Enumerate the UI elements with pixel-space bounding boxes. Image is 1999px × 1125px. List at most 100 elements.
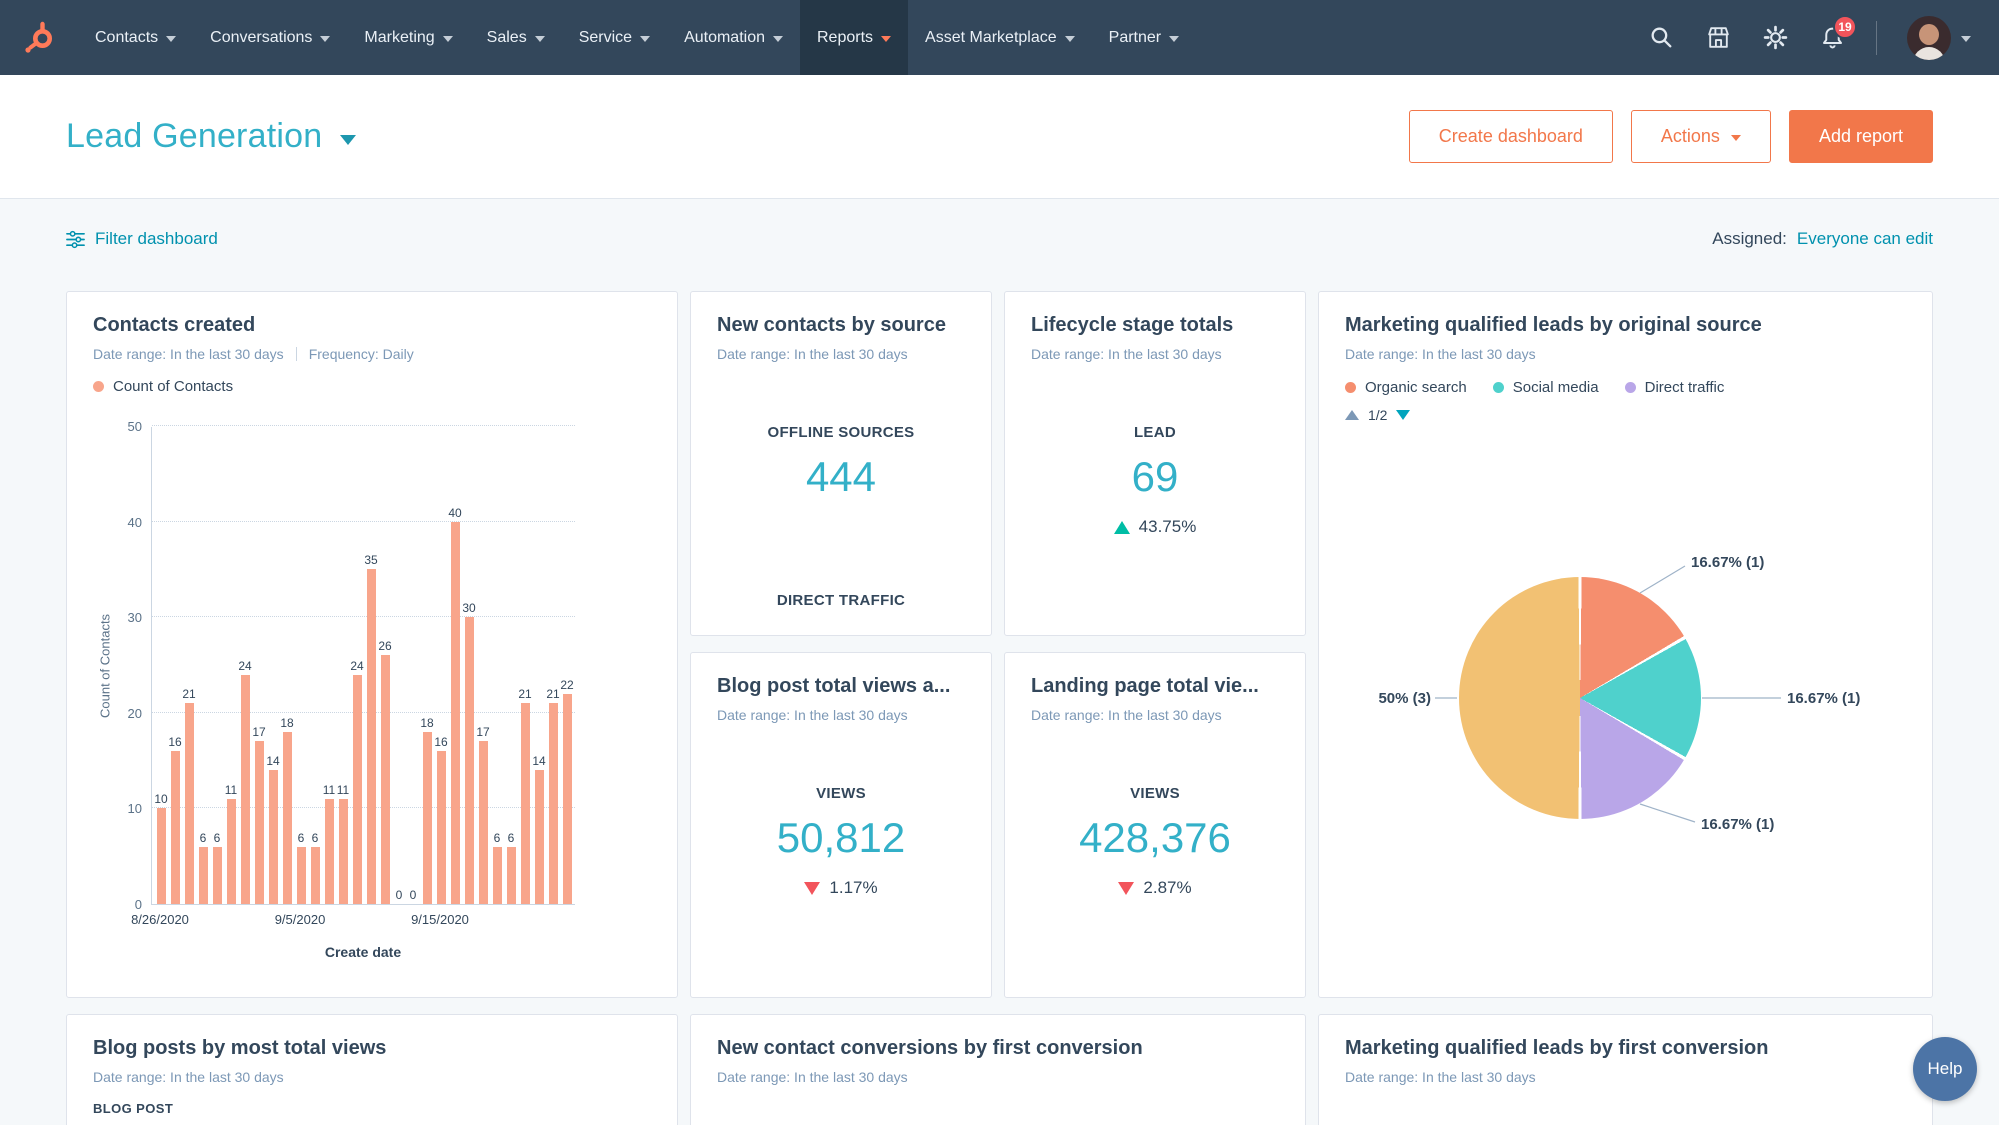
card-contacts-created: Contacts created Date range: In the last… [66,291,678,998]
bar[interactable] [310,847,320,904]
dashboard-selector[interactable]: Lead Generation [66,117,357,156]
assigned-permission-link[interactable]: Everyone can edit [1797,229,1933,249]
marketplace-button[interactable] [1705,24,1732,51]
bar[interactable] [436,751,446,904]
bar[interactable] [240,675,250,904]
chevron-down-icon [166,35,177,42]
x-axis-title: Create date [324,944,402,960]
bar[interactable] [156,808,166,904]
bar-value-label: 30 [462,601,476,615]
bar[interactable] [282,732,292,904]
bar-value-label: 6 [213,831,221,845]
bar[interactable] [366,569,376,904]
search-icon [1651,27,1672,48]
bar-slot: 21 [518,688,532,904]
account-menu[interactable] [1907,15,1971,60]
help-button[interactable]: Help [1913,1037,1977,1101]
create-dashboard-button[interactable]: Create dashboard [1408,110,1613,163]
nav-item-service[interactable]: Service [562,0,667,75]
bar[interactable] [212,847,222,904]
nav-item-label: Reports [817,28,874,46]
bar[interactable] [254,741,264,904]
bar-slot: 0 [406,889,420,904]
bar-value-label: 17 [252,725,266,739]
y-tick-label: 0 [134,897,142,912]
card-meta: Date range: In the last 30 days [1345,346,1906,362]
dashboard-toolbar: Filter dashboard Assigned: Everyone can … [0,199,1999,271]
bar-slot: 18 [420,717,434,904]
card-title: Contacts created [93,314,256,336]
gridline [152,520,575,522]
card-lifecycle-stage-totals: Lifecycle stage totals Date range: In th… [1004,291,1306,636]
nav-item-partner[interactable]: Partner [1092,0,1196,75]
bar[interactable] [268,770,278,904]
stat-label: VIEWS [816,785,866,802]
bar[interactable] [562,694,572,904]
filter-dashboard-link[interactable]: Filter dashboard [66,229,218,249]
bar-slot: 6 [294,832,308,904]
gear-icon [1763,25,1788,50]
legend-page-down-icon[interactable] [1396,410,1411,420]
bar-value-label: 18 [420,716,434,730]
date-range: Date range: In the last 30 days [93,1069,284,1085]
actions-label: Actions [1660,126,1720,146]
nav-item-asset-marketplace[interactable]: Asset Marketplace [908,0,1092,75]
bar[interactable] [324,799,334,904]
bar[interactable] [422,732,432,904]
bar-value-label: 6 [199,831,207,845]
bar[interactable] [520,703,530,904]
bar-slot: 21 [182,688,196,904]
bar-value-label: 11 [322,783,336,797]
decrease-indicator-icon [804,881,821,895]
add-report-button[interactable]: Add report [1788,110,1933,163]
bar[interactable] [548,703,558,904]
legend-item[interactable]: Organic search [1345,379,1467,396]
bar-slot: 18 [280,717,294,904]
chevron-down-icon [640,35,651,42]
bar[interactable] [226,799,236,904]
bar[interactable] [380,655,390,904]
card-blog-posts-by-views: Blog posts by most total views Date rang… [66,1014,678,1125]
date-range: Date range: In the last 30 days [1031,707,1222,723]
nav-item-marketing[interactable]: Marketing [347,0,469,75]
bar[interactable] [184,703,194,904]
bar[interactable] [296,847,306,904]
add-report-label: Add report [1818,126,1903,146]
notifications-button[interactable]: 19 [1819,15,1857,51]
card-new-contacts-by-source: New contacts by source Date range: In th… [690,291,992,636]
card-landing-page-total-views: Landing page total vie... Date range: In… [1004,652,1306,998]
bar[interactable] [506,847,516,904]
search-button[interactable] [1648,24,1675,51]
bar-slot: 17 [252,726,266,904]
nav-item-automation[interactable]: Automation [667,0,800,75]
page-title: Lead Generation [66,117,323,155]
y-axis-ticks: 0 10 20 30 40 50 [117,419,151,912]
bar[interactable] [338,799,348,904]
bar[interactable] [534,770,544,904]
bar[interactable] [352,675,362,904]
bar[interactable] [198,847,208,904]
bar-value-label: 0 [409,888,417,902]
pie-chart[interactable] [1459,577,1701,819]
bar[interactable] [478,741,488,904]
legend-item[interactable]: Social media [1492,379,1599,396]
chevron-down-icon [320,35,331,42]
bar[interactable] [492,847,502,904]
stat-tile: OFFLINE SOURCES 444 [717,424,965,501]
nav-item-conversations[interactable]: Conversations [193,0,347,75]
nav-item-reports[interactable]: Reports [800,0,909,75]
card-mql-by-original-source: Marketing qualified leads by original so… [1318,291,1933,998]
bar[interactable] [170,751,180,904]
legend-page-up-icon[interactable] [1345,410,1359,420]
legend-item[interactable]: Direct traffic [1624,379,1724,396]
pie-slice-label: 16.67% (1) [1787,690,1861,707]
nav-item-contacts[interactable]: Contacts [78,0,193,75]
bar-slot: 11 [322,784,336,904]
settings-button[interactable] [1762,24,1789,51]
actions-button[interactable]: Actions [1630,110,1771,163]
frequency: Frequency: Daily [308,346,414,362]
bar[interactable] [464,617,474,904]
hubspot-logo[interactable] [0,0,78,75]
nav-item-sales[interactable]: Sales [470,0,562,75]
bar[interactable] [450,522,460,904]
